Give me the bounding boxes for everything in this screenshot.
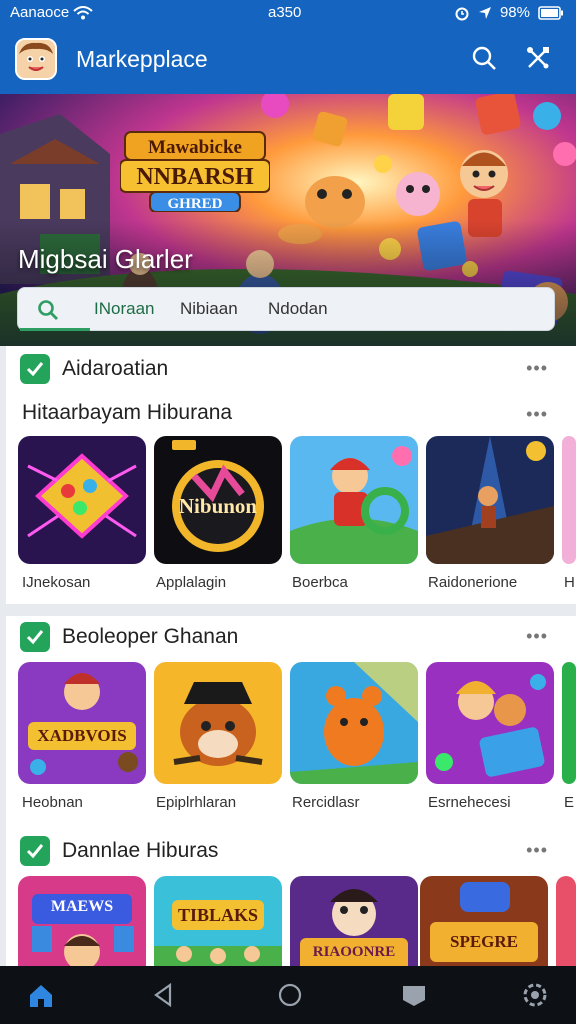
tools-icon[interactable] bbox=[523, 43, 553, 73]
app-bar: Markepplace bbox=[0, 26, 576, 94]
wifi-icon bbox=[73, 5, 93, 19]
back-icon[interactable] bbox=[148, 980, 178, 1010]
svg-text:GHRED: GHRED bbox=[167, 196, 222, 212]
game-title: Raidonerione bbox=[428, 574, 518, 591]
section-title: Beoleoper Ghanan bbox=[62, 625, 239, 648]
game-tile[interactable]: TIBLAKS bbox=[154, 876, 282, 966]
battery-percent: 98% bbox=[499, 4, 530, 21]
game-tile[interactable]: SPEGRE bbox=[420, 876, 548, 966]
section-card: Aidaroatian ••• Hitaarbayam Hiburana •••… bbox=[6, 346, 576, 604]
more-options-icon[interactable]: ••• bbox=[526, 626, 548, 647]
game-title: Applalagin bbox=[156, 574, 227, 591]
search-icon[interactable] bbox=[469, 43, 499, 73]
game-title: H bbox=[564, 574, 575, 591]
game-title: Heobnan bbox=[22, 794, 83, 811]
active-tab-indicator bbox=[20, 328, 90, 331]
filter-tab[interactable]: Nibiaan bbox=[180, 299, 238, 319]
home-circle-icon[interactable] bbox=[275, 980, 305, 1010]
game-tile[interactable] bbox=[426, 436, 554, 564]
content-list[interactable]: Aidaroatian ••• Hitaarbayam Hiburana •••… bbox=[0, 346, 576, 966]
game-title: Epiplrhlaran bbox=[156, 794, 237, 811]
app-title: Markepplace bbox=[76, 46, 208, 72]
game-tile[interactable] bbox=[556, 876, 576, 966]
game-title: Rercidlasr bbox=[292, 794, 360, 811]
location-icon bbox=[478, 6, 491, 19]
svg-text:Mawabicke: Mawabicke bbox=[148, 137, 242, 158]
svg-text:NNBARSH: NNBARSH bbox=[136, 164, 254, 190]
game-tile[interactable] bbox=[154, 662, 282, 784]
tile-logo-text: XADBVOIS bbox=[37, 726, 127, 745]
more-options-icon[interactable]: ••• bbox=[526, 404, 548, 425]
navigation-bar bbox=[0, 966, 576, 1024]
game-tile[interactable]: XADBVOIS bbox=[18, 662, 146, 784]
tile-logo-text: Nibunon bbox=[178, 494, 258, 518]
game-tile[interactable]: Nibunon bbox=[154, 436, 282, 564]
section-badge-icon bbox=[20, 622, 50, 652]
carrier-label: Aanaoce bbox=[10, 4, 70, 21]
recents-icon[interactable] bbox=[399, 980, 429, 1010]
tile-logo-text: SPEGRE bbox=[449, 932, 519, 951]
section-badge-icon bbox=[20, 836, 50, 866]
hero-title: Migbsai Glarler bbox=[18, 244, 193, 274]
game-title: E bbox=[564, 794, 575, 811]
section-badge-icon bbox=[20, 354, 50, 384]
status-bar: Aanaoce a350 98% bbox=[0, 0, 576, 26]
section-card: Beoleoper Ghanan ••• XADBVOIS Heobnan Ep… bbox=[6, 616, 576, 832]
game-title: IJnekosan bbox=[22, 574, 91, 591]
tile-logo-text: RIAOONRE bbox=[312, 944, 396, 960]
game-tile[interactable]: RIAOONRE bbox=[290, 876, 418, 966]
profile-avatar[interactable] bbox=[15, 38, 57, 80]
section-subtitle: Hitaarbayam Hiburana bbox=[22, 401, 233, 424]
game-tile[interactable] bbox=[290, 436, 418, 564]
alarm-icon bbox=[455, 7, 469, 20]
search-icon[interactable] bbox=[36, 298, 60, 322]
game-tile[interactable] bbox=[18, 436, 146, 564]
game-tile[interactable] bbox=[562, 436, 576, 564]
section-title: Dannlae Hiburas bbox=[62, 839, 219, 862]
battery-icon bbox=[538, 5, 563, 20]
game-logo: Mawabicke NNBARSH GHRED bbox=[120, 131, 270, 212]
home-icon[interactable] bbox=[26, 980, 56, 1010]
section-card: Dannlae Hiburas ••• MAEWS TIBLAKS RIAOON… bbox=[6, 832, 576, 966]
game-title: Esrnehecesi bbox=[428, 794, 511, 811]
section-title: Aidaroatian bbox=[62, 357, 169, 380]
game-tile[interactable]: MAEWS bbox=[18, 876, 146, 966]
game-tile[interactable] bbox=[426, 662, 554, 784]
more-options-icon[interactable]: ••• bbox=[526, 358, 548, 379]
tile-logo-text: MAEWS bbox=[50, 898, 114, 915]
search-bar[interactable]: INoraan Nibiaan Ndodan bbox=[17, 287, 555, 331]
clock: a350 bbox=[268, 4, 302, 21]
filter-tab[interactable]: Ndodan bbox=[268, 299, 328, 319]
game-tile[interactable] bbox=[562, 662, 576, 784]
more-options-icon[interactable]: ••• bbox=[526, 840, 548, 861]
filter-tab[interactable]: INoraan bbox=[94, 299, 154, 319]
tile-logo-text: TIBLAKS bbox=[177, 905, 259, 925]
game-title: Boerbca bbox=[292, 574, 348, 591]
game-tile[interactable] bbox=[290, 662, 418, 784]
settings-icon[interactable] bbox=[520, 980, 550, 1010]
